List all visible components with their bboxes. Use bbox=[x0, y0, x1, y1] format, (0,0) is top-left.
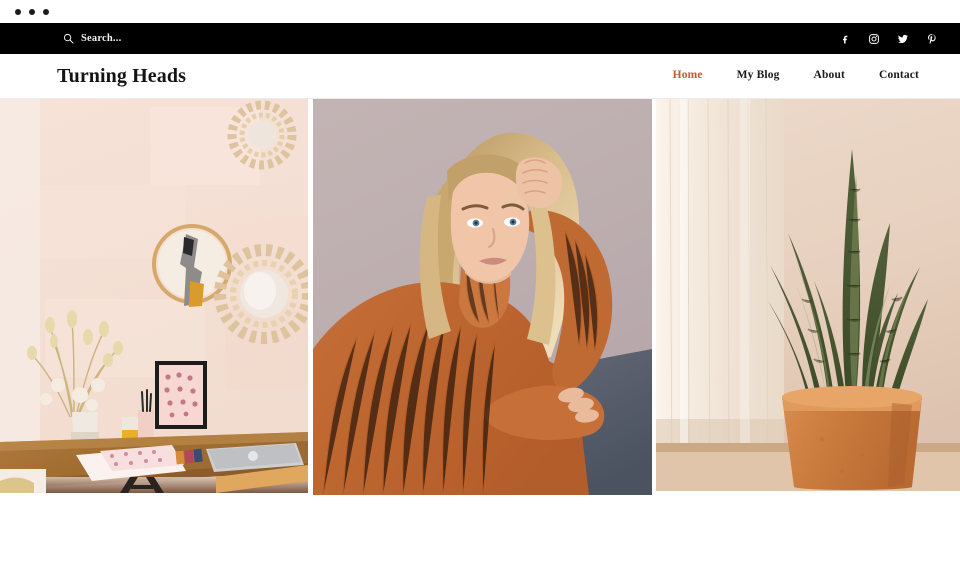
facebook-icon bbox=[843, 35, 848, 43]
nav-item-home[interactable]: Home bbox=[656, 70, 720, 82]
social-links bbox=[839, 33, 938, 45]
hero-gallery: My Life. My Blog. bbox=[0, 99, 960, 495]
utility-bar bbox=[0, 23, 960, 54]
nav-item-my-blog[interactable]: My Blog bbox=[720, 70, 797, 82]
window-dot bbox=[15, 8, 21, 15]
site-header: Turning Heads Home My Blog About Contact bbox=[0, 54, 960, 99]
workspace-photo bbox=[0, 99, 308, 493]
facebook-link[interactable] bbox=[839, 33, 851, 45]
site-title: Turning Heads bbox=[57, 65, 186, 87]
search-icon bbox=[63, 33, 74, 44]
plant-photo bbox=[656, 99, 960, 491]
browser-chrome-bar bbox=[0, 0, 960, 23]
instagram-icon bbox=[869, 33, 879, 44]
twitter-icon bbox=[898, 34, 908, 43]
hero-image-workspace[interactable] bbox=[0, 99, 308, 493]
nav-item-contact[interactable]: Contact bbox=[862, 70, 936, 82]
search-box[interactable] bbox=[63, 33, 211, 44]
browser-page: Turning Heads Home My Blog About Contact bbox=[0, 0, 960, 561]
nav-item-about[interactable]: About bbox=[797, 70, 862, 82]
window-dot bbox=[29, 8, 35, 15]
main-navigation: Home My Blog About Contact bbox=[656, 70, 936, 82]
pinterest-link[interactable] bbox=[926, 33, 938, 45]
twitter-link[interactable] bbox=[897, 33, 909, 45]
window-dot bbox=[43, 8, 49, 15]
window-dots bbox=[15, 8, 49, 15]
hero-image-plant[interactable] bbox=[656, 99, 960, 491]
portrait-photo bbox=[313, 99, 652, 495]
search-input[interactable] bbox=[81, 33, 211, 44]
instagram-link[interactable] bbox=[868, 33, 880, 45]
pinterest-icon bbox=[928, 33, 936, 44]
hero-image-portrait[interactable] bbox=[313, 99, 652, 495]
